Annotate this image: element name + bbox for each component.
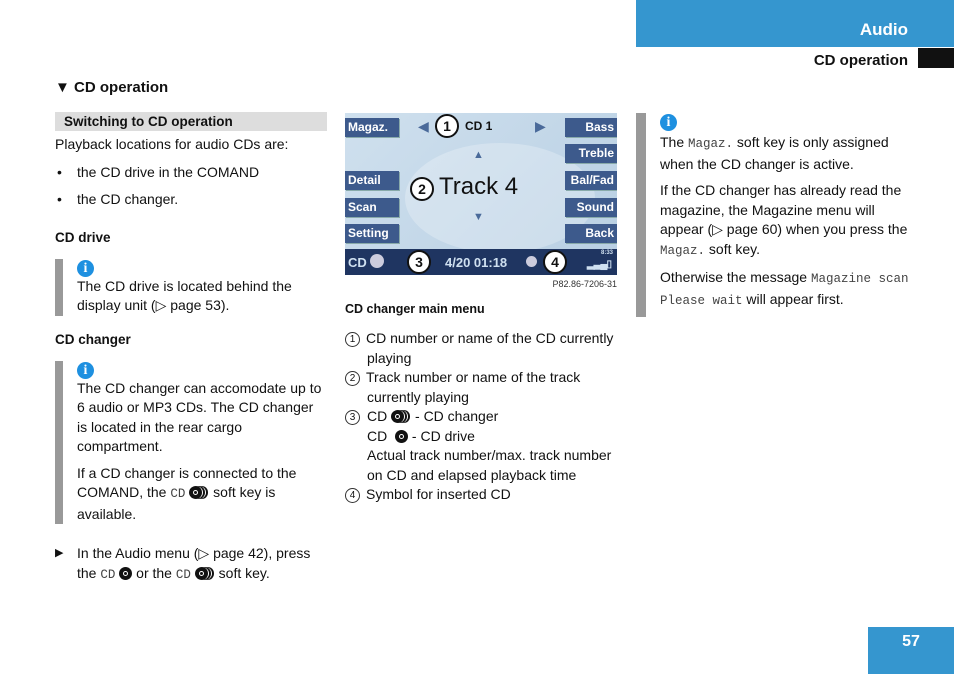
callout-3: 3 bbox=[407, 250, 431, 274]
list-item: the CD changer. bbox=[55, 190, 327, 210]
image-reference: P82.86-7206-31 bbox=[552, 279, 617, 289]
number-icon: 2 bbox=[345, 371, 360, 386]
cd-drive-title: CD drive bbox=[55, 229, 111, 245]
legend-item: 4 Symbol for inserted CD bbox=[345, 485, 620, 505]
triangle-down-icon: ▼ bbox=[55, 79, 70, 96]
line: CD - CD changer bbox=[367, 407, 620, 427]
arrow-left-icon: ◀ bbox=[418, 118, 429, 134]
softkey-magaz: Magaz. bbox=[345, 118, 399, 137]
softkey-label: CD bbox=[175, 567, 191, 582]
info-icon: i bbox=[77, 361, 94, 379]
cd-changer-icon bbox=[194, 566, 215, 580]
track-display: Track 4 bbox=[439, 173, 519, 200]
callout-1: 1 bbox=[435, 114, 459, 138]
text: CD number or name of the CD currently pl… bbox=[366, 330, 614, 366]
cd-drive-note: i The CD drive is located behind the dis… bbox=[55, 258, 327, 316]
text: Symbol for inserted CD bbox=[366, 486, 511, 502]
number-icon: 1 bbox=[345, 332, 360, 347]
info-icon: i bbox=[77, 259, 94, 277]
location-list: the CD drive in the COMAND the CD change… bbox=[55, 163, 327, 210]
text: The bbox=[660, 134, 685, 150]
softkey-label: CD bbox=[100, 567, 116, 582]
info-icon: i bbox=[660, 114, 677, 131]
arrow-down-icon: ▼ bbox=[473, 211, 484, 223]
text: soft key. bbox=[708, 240, 760, 257]
instruction-step: ▶ In the Audio menu (▷ page 42), press th… bbox=[55, 544, 327, 585]
cd-changer-icon bbox=[370, 254, 384, 268]
section-tab: Audio bbox=[636, 0, 954, 47]
note-text: The CD changer can accomodate up to 6 au… bbox=[77, 379, 322, 455]
text: or the bbox=[136, 564, 172, 581]
softkey-setting: Setting bbox=[345, 224, 399, 243]
text: will appear first. bbox=[746, 290, 844, 307]
cd-drive-icon bbox=[395, 429, 409, 443]
arrow-right-icon: ▶ bbox=[55, 547, 64, 559]
clock: 8:33 bbox=[600, 250, 613, 256]
status-track-time: 4/20 01:18 bbox=[445, 255, 508, 270]
magaz-note: i The Magaz. soft key is only assigned w… bbox=[636, 113, 914, 317]
softkey-label: Magaz. bbox=[688, 137, 734, 151]
note-text: If the CD changer has already read the m… bbox=[660, 181, 914, 261]
page-number: 57 bbox=[868, 627, 954, 674]
page-heading: ▼ CD operation bbox=[55, 79, 327, 96]
note-text: The Magaz. soft key is only assigned whe… bbox=[660, 133, 914, 174]
arrow-up-icon: ▲ bbox=[473, 149, 484, 161]
legend-item: 1 CD number or name of the CD currently p… bbox=[345, 329, 620, 368]
cd-changer-title: CD changer bbox=[55, 331, 131, 347]
comand-screen-image: Magaz. Detail Scan Setting Bass Treble B… bbox=[345, 113, 617, 275]
text: - CD drive bbox=[411, 427, 475, 444]
text: CD bbox=[367, 427, 388, 444]
text: - CD changer bbox=[415, 408, 499, 424]
text: CD bbox=[367, 408, 388, 424]
arrow-right-icon: ▶ bbox=[535, 118, 546, 134]
softkey-label: Magaz. bbox=[660, 243, 706, 258]
image-caption: CD changer main menu bbox=[345, 302, 485, 316]
callout-2: 2 bbox=[410, 177, 434, 201]
text: Track number or name of the track curren… bbox=[366, 369, 581, 405]
softkey-back: Back bbox=[565, 224, 617, 243]
text: Actual track number/max. track number on… bbox=[367, 447, 612, 483]
softkey-sound: Sound bbox=[565, 198, 617, 217]
left-column: ▼ CD operation Switching to CD operation… bbox=[55, 79, 327, 585]
cd-changer-icon bbox=[391, 410, 412, 423]
cd-changer-note: i The CD changer can accomodate up to 6 … bbox=[55, 360, 327, 525]
list-item: the CD drive in the COMAND bbox=[55, 163, 327, 183]
softkey-detail: Detail bbox=[345, 171, 399, 190]
softkey-scan: Scan bbox=[345, 198, 399, 217]
cd-inserted-icon bbox=[526, 256, 537, 267]
text: soft key. bbox=[218, 564, 270, 581]
callout-4: 4 bbox=[543, 250, 567, 274]
number-icon: 4 bbox=[345, 488, 360, 503]
legend-item: 2 Track number or name of the track curre… bbox=[345, 368, 620, 407]
signal-icon: ▂▃▄▯ bbox=[587, 259, 612, 270]
line: CD - CD drive bbox=[367, 427, 620, 447]
note-text: Otherwise the message Magazine scan Plea… bbox=[660, 268, 914, 311]
cd-changer-icon bbox=[189, 486, 210, 499]
note-text-2: If a CD changer is connected to the COMA… bbox=[77, 464, 327, 525]
status-bar: CD 3 4/20 01:18 4 8:33 ▂▃▄▯ bbox=[345, 249, 617, 275]
cd-drive-icon bbox=[119, 566, 133, 580]
softkey-balfad: Bal/Fad bbox=[565, 171, 617, 190]
softkey-treble: Treble bbox=[565, 144, 617, 163]
softkey-bass: Bass bbox=[565, 118, 617, 137]
callout-legend: 1 CD number or name of the CD currently p… bbox=[345, 329, 620, 505]
subheading: Switching to CD operation bbox=[55, 112, 327, 131]
legend-item: 3 CD - CD changer CD - CD drive Actual t… bbox=[345, 407, 620, 485]
text: If the CD changer has already read the m… bbox=[660, 182, 908, 237]
marker-block bbox=[918, 48, 954, 68]
text: Otherwise the message bbox=[660, 269, 808, 285]
number-icon: 3 bbox=[345, 410, 360, 425]
heading-text: CD operation bbox=[74, 79, 169, 96]
intro: Playback locations for audio CDs are: bbox=[55, 136, 289, 152]
softkey-label: CD bbox=[170, 487, 186, 501]
note-text: The CD drive is located behind the displ… bbox=[77, 277, 292, 314]
status-source: CD bbox=[348, 255, 367, 270]
subsection-title: CD operation bbox=[813, 52, 908, 69]
cd-number: CD 1 bbox=[465, 119, 493, 133]
